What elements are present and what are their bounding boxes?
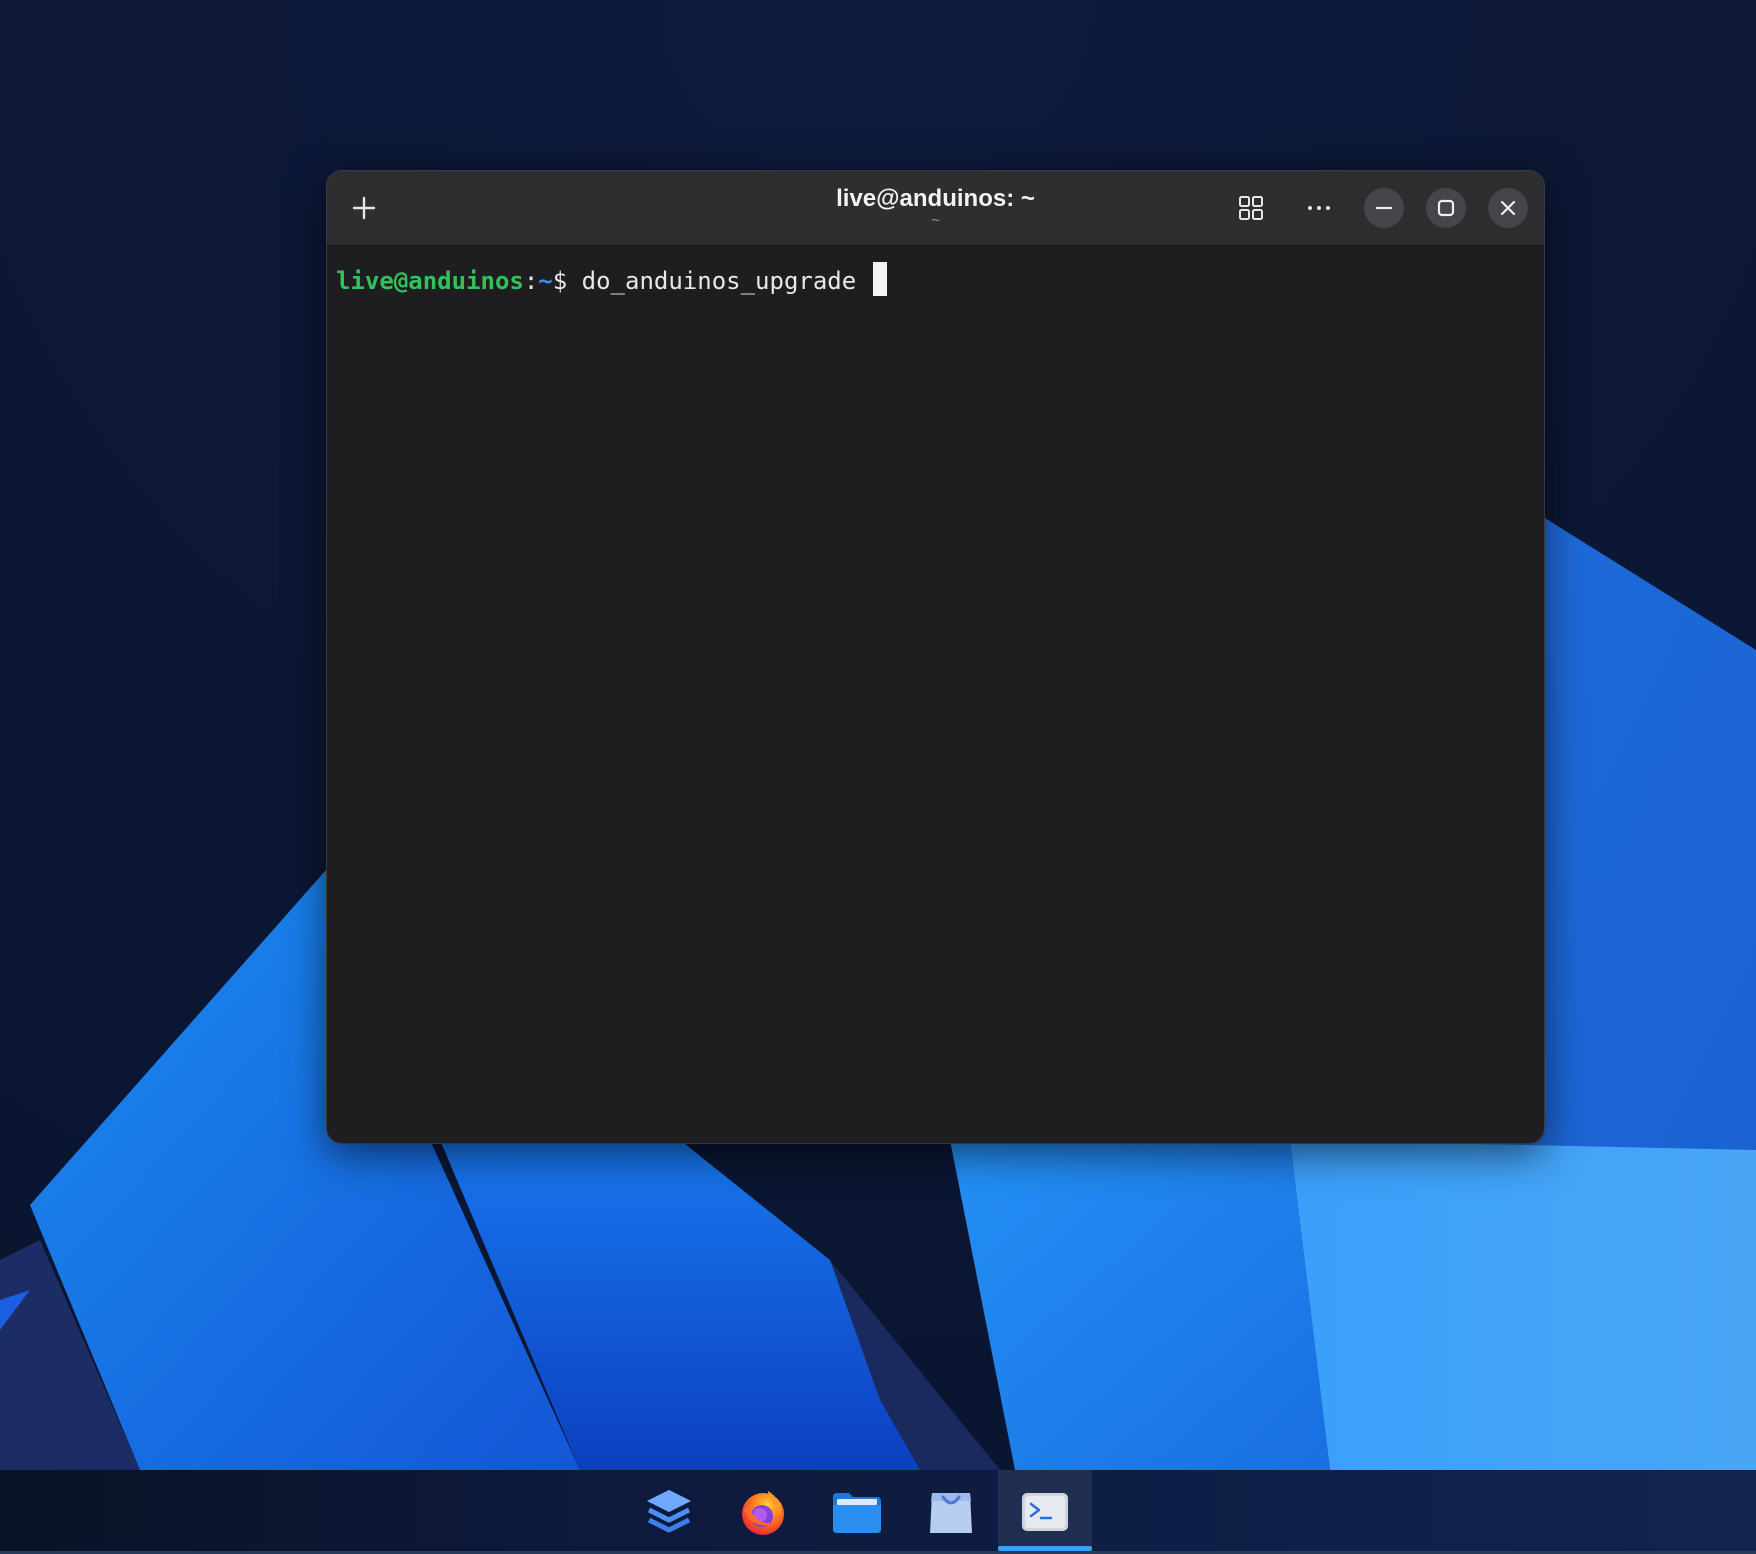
folder-icon <box>833 1493 881 1533</box>
dock-item-layers[interactable] <box>622 1470 716 1554</box>
prompt-user: live@anduinos <box>336 267 524 295</box>
overview-button[interactable] <box>1230 187 1272 229</box>
dock-item-firefox[interactable] <box>716 1470 810 1554</box>
close-button[interactable] <box>1488 188 1528 228</box>
terminal-window: live@anduinos: ~ ~ live@anduinos:~$ do_a… <box>326 170 1545 1144</box>
plus-icon <box>352 196 376 220</box>
minimize-icon <box>1375 206 1393 210</box>
terminal-output[interactable]: live@anduinos:~$ do_anduinos_upgrade <box>327 246 1544 1143</box>
dock-item-terminal[interactable] <box>998 1470 1092 1554</box>
new-tab-button[interactable] <box>343 187 385 229</box>
maximize-button[interactable] <box>1426 188 1466 228</box>
dock <box>622 1470 1092 1554</box>
taskbar <box>0 1470 1756 1554</box>
firefox-icon <box>742 1491 784 1535</box>
menu-button[interactable] <box>1298 187 1340 229</box>
terminal-icon <box>1022 1493 1068 1531</box>
shopping-bag-icon <box>930 1493 972 1533</box>
header-bar[interactable]: live@anduinos: ~ ~ <box>327 171 1544 246</box>
prompt-symbol: $ <box>552 267 568 295</box>
command-text: do_anduinos_upgrade <box>567 267 871 295</box>
prompt-path: ~ <box>538 267 553 295</box>
grid-icon <box>1239 196 1263 220</box>
minimize-button[interactable] <box>1364 188 1404 228</box>
window-title-block: live@anduinos: ~ ~ <box>327 171 1544 246</box>
dock-item-software[interactable] <box>904 1470 998 1554</box>
dock-item-files[interactable] <box>810 1470 904 1554</box>
close-icon <box>1500 200 1516 216</box>
text-cursor <box>872 262 887 296</box>
window-subtitle: ~ <box>931 211 940 229</box>
maximize-icon <box>1437 199 1455 217</box>
layers-icon <box>647 1490 691 1533</box>
prompt-separator: : <box>523 267 539 295</box>
window-title: live@anduinos: ~ <box>836 184 1035 212</box>
more-horizontal-icon <box>1308 206 1330 210</box>
